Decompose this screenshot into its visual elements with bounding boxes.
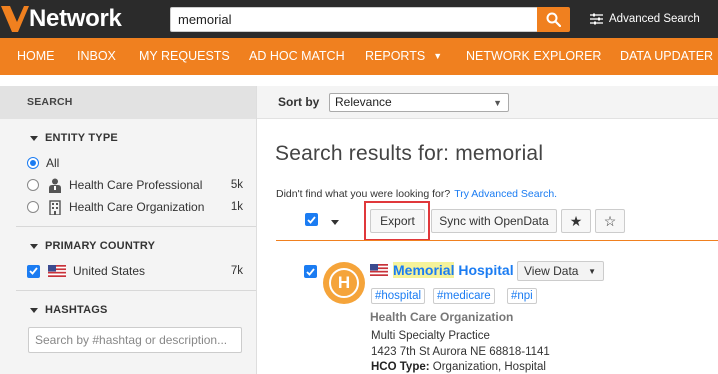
hashtag-npi[interactable]: #npi	[507, 288, 537, 304]
nav-ad-hoc-match[interactable]: AD HOC MATCH	[249, 38, 345, 75]
sliders-icon	[590, 13, 603, 25]
star-outline-button[interactable]: ☆	[595, 209, 625, 233]
facet-primary-country-toggle[interactable]: PRIMARY COUNTRY	[30, 240, 155, 252]
sidebar-title: SEARCH	[0, 86, 256, 119]
select-all-checkbox[interactable]	[305, 213, 318, 226]
advanced-search-label: Advanced Search	[609, 13, 700, 25]
advanced-search-link[interactable]: Advanced Search	[590, 10, 700, 28]
hint-text: Didn't find what you were looking for?	[276, 188, 451, 200]
country-option-united-states[interactable]: United States 7k	[27, 262, 247, 280]
facet-hashtags-title: HASHTAGS	[45, 304, 108, 316]
country-option-count: 7k	[230, 265, 243, 277]
logo-v-icon	[1, 6, 29, 32]
hashtag-hospital[interactable]: #hospital	[371, 288, 426, 304]
hospital-icon: H	[329, 268, 359, 298]
caret-down-icon	[30, 136, 38, 141]
top-bar: Network Advanced Search	[0, 0, 718, 38]
search-button[interactable]	[537, 7, 570, 32]
radio-hcp[interactable]	[27, 179, 39, 191]
chevron-down-icon: ▼	[493, 98, 502, 108]
us-flag-icon	[370, 264, 388, 276]
advanced-search-hint: Didn't find what you were looking for? Tr…	[276, 188, 557, 200]
view-data-label: View Data	[524, 264, 579, 278]
facet-primary-country-title: PRIMARY COUNTRY	[45, 240, 156, 252]
radio-hco[interactable]	[27, 201, 39, 213]
facet-entity-type-title: ENTITY TYPE	[45, 132, 118, 144]
caret-down-icon	[30, 308, 38, 313]
check-icon	[29, 267, 38, 275]
search-sidebar: SEARCH ENTITY TYPE All Health Care Profe…	[0, 86, 257, 374]
us-flag-icon	[48, 265, 66, 277]
logo-text: Network	[29, 5, 122, 32]
result-name-rest: Hospital	[454, 262, 514, 278]
check-icon	[307, 215, 316, 224]
hashtag-search-input[interactable]	[29, 328, 241, 352]
nav-my-requests[interactable]: MY REQUESTS	[139, 38, 230, 75]
building-icon	[49, 199, 61, 215]
entity-option-label: Health Care Professional	[69, 178, 203, 192]
chevron-down-icon: ▼	[433, 51, 443, 61]
facet-divider	[16, 290, 256, 291]
entity-option-label: Health Care Organization	[69, 200, 205, 214]
global-search-input[interactable]	[171, 8, 537, 31]
entity-option-hco[interactable]: Health Care Organization 1k	[27, 198, 247, 216]
result-specialty: Multi Specialty Practice	[371, 330, 490, 342]
star-filled-button[interactable]: ★	[561, 209, 591, 233]
hashtag-medicare[interactable]: #medicare	[433, 288, 495, 304]
search-icon	[546, 12, 561, 27]
hco-type-label: HCO Type:	[371, 361, 430, 373]
result-checkbox[interactable]	[304, 265, 317, 278]
entity-option-hcp[interactable]: Health Care Professional 5k	[27, 176, 247, 194]
entity-option-count: 1k	[230, 201, 243, 213]
results-panel: Sort by Relevance ▼ Search results for: …	[257, 86, 718, 374]
caret-down-icon	[30, 244, 38, 249]
country-option-label: United States	[73, 264, 146, 278]
hospital-avatar: H	[323, 262, 365, 304]
try-advanced-search-link[interactable]: Try Advanced Search.	[454, 188, 557, 200]
star-outline-icon: ☆	[603, 212, 617, 229]
result-name-highlight: Memorial	[393, 262, 455, 278]
facet-hashtags-toggle[interactable]: HASHTAGS	[30, 304, 108, 316]
view-data-dropdown[interactable]: View Data ▼	[517, 261, 604, 281]
check-icon	[306, 267, 315, 276]
nav-network-explorer[interactable]: NETWORK EXPLORER	[466, 38, 601, 75]
nav-home[interactable]: HOME	[17, 38, 55, 75]
sort-label: Sort by	[278, 95, 320, 109]
bulk-actions-caret-icon[interactable]	[331, 220, 339, 225]
result-name-link[interactable]: Memorial Hospital	[393, 262, 514, 278]
sort-select[interactable]: Relevance ▼	[329, 93, 509, 112]
sort-select-value: Relevance	[335, 95, 392, 109]
checkbox-united-states[interactable]	[27, 264, 40, 278]
nav-data-updater[interactable]: DATA UPDATER	[620, 38, 713, 75]
facet-entity-type-toggle[interactable]: ENTITY TYPE	[30, 132, 118, 144]
nav-reports[interactable]: REPORTS ▼	[365, 38, 442, 75]
star-filled-icon: ★	[569, 212, 583, 229]
entity-option-count: 5k	[230, 179, 243, 191]
result-hco-type: HCO Type: Organization, Hospital	[371, 361, 546, 373]
result-address: 1423 7th St Aurora NE 68818-1141	[371, 346, 550, 358]
chevron-down-icon: ▼	[588, 267, 596, 276]
result-entity-type: Health Care Organization	[370, 310, 514, 324]
global-search-box[interactable]	[170, 7, 537, 32]
facet-divider	[16, 226, 256, 227]
nav-inbox[interactable]: INBOX	[77, 38, 116, 75]
radio-all[interactable]	[27, 157, 39, 169]
nav-reports-label: REPORTS	[365, 49, 426, 63]
person-icon	[49, 178, 61, 193]
entity-option-all[interactable]: All	[27, 154, 247, 172]
sync-opendata-button[interactable]: Sync with OpenData	[431, 209, 557, 233]
hco-type-value: Organization, Hospital	[432, 361, 546, 373]
main-nav: HOME INBOX MY REQUESTS AD HOC MATCH REPO…	[0, 38, 718, 75]
entity-option-label: All	[46, 156, 60, 170]
toolbar-divider	[276, 240, 718, 241]
sort-bar: Sort by Relevance ▼	[257, 86, 718, 119]
results-title: Search results for: memorial	[275, 142, 544, 165]
hashtag-search-box[interactable]	[28, 327, 242, 353]
export-button[interactable]: Export	[370, 209, 425, 233]
